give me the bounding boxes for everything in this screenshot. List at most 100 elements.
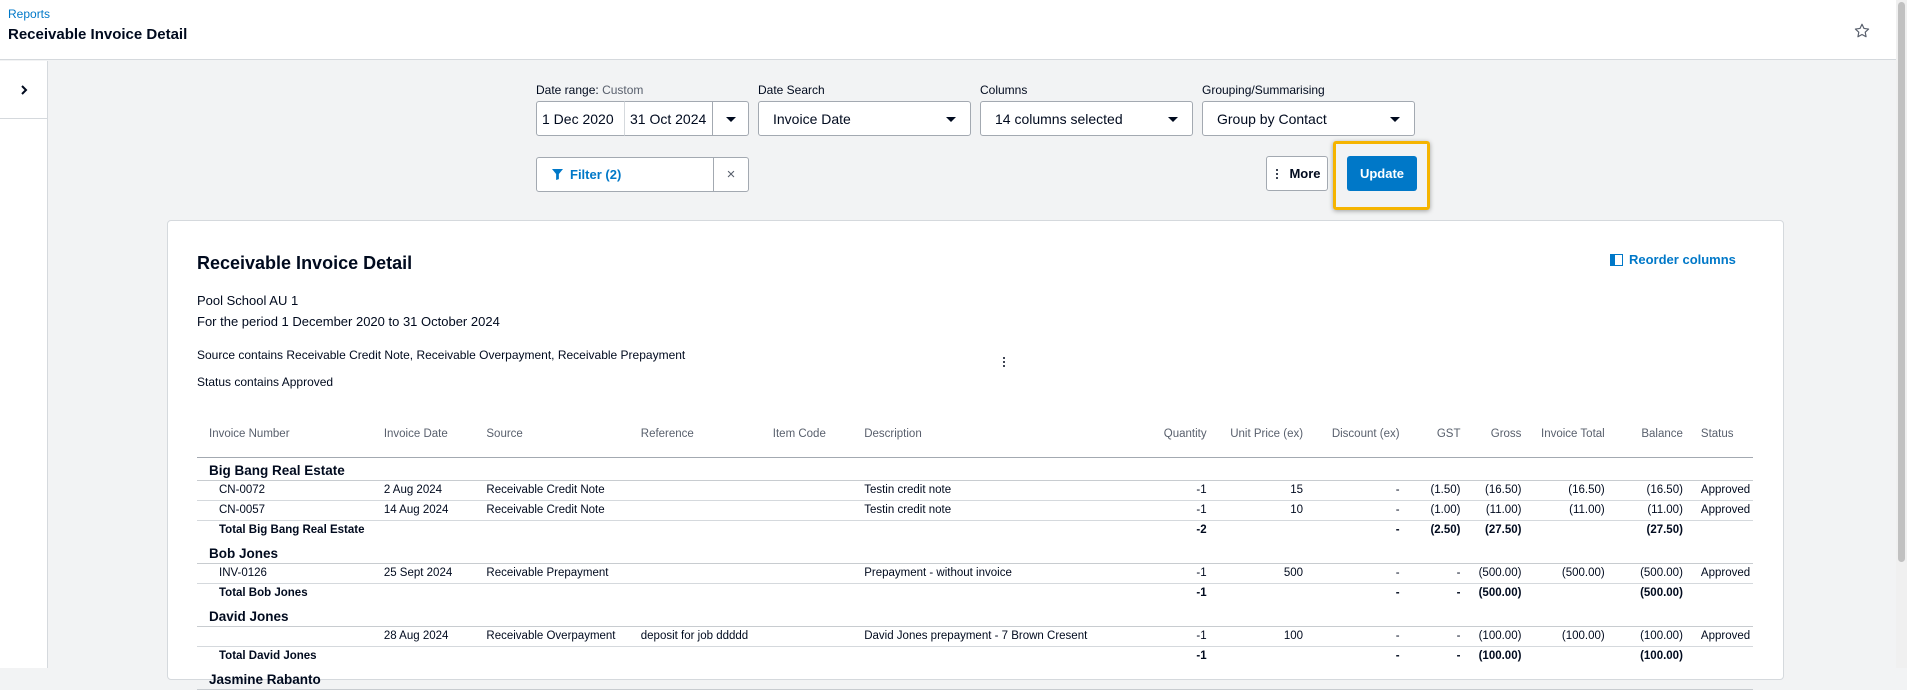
cell-invoice-date: 14 Aug 2024 — [379, 500, 483, 521]
cell-gst: - — [1403, 563, 1465, 584]
total-cell-source — [482, 646, 636, 666]
cell-item-code — [768, 563, 861, 584]
total-cell-source — [482, 520, 636, 540]
table-row[interactable]: INV-0126 25 Sept 2024 Receivable Prepaymen… — [197, 563, 1753, 584]
total-cell-invoice-number: Total David Jones — [219, 650, 317, 663]
total-cell-status — [1687, 520, 1753, 540]
cell-invoice-number[interactable]: INV-0126 — [197, 563, 380, 584]
clear-filter-button[interactable]: × — [713, 157, 749, 192]
column-header-source[interactable]: Source — [482, 412, 637, 458]
cell-invoice-date: 28 Aug 2024 — [379, 626, 483, 647]
total-cell-gross: (100.00) — [1478, 650, 1522, 663]
column-header-quantity[interactable]: Quantity — [1129, 412, 1211, 458]
cell-balance: (11.00) — [1608, 500, 1687, 521]
group-header-row: Big Bang Real Estate — [197, 457, 1753, 481]
cell-balance: (16.50) — [1608, 480, 1687, 501]
table-row[interactable]: CN-0072 2 Aug 2024 Receivable Credit Note T… — [197, 480, 1753, 501]
cell-quantity: -1 — [1129, 480, 1211, 501]
cell-invoice-number[interactable] — [197, 626, 380, 647]
cell-source: Receivable Credit Note — [482, 480, 637, 501]
total-cell-invoice-number: Total Bob Jones — [219, 587, 308, 600]
cell-unit-price: 10 — [1210, 500, 1308, 521]
total-cell-item-code — [769, 646, 860, 666]
cell-quantity: -1 — [1129, 563, 1211, 584]
more-vertical-icon — [1273, 167, 1281, 181]
cell-gross: (100.00) — [1464, 626, 1526, 647]
cell-gross: (11.00) — [1464, 500, 1526, 521]
cell-description: Testin credit note — [860, 500, 1130, 521]
cell-gst: - — [1403, 626, 1465, 647]
total-cell-invoice-date — [380, 520, 483, 540]
cell-quantity: -1 — [1129, 500, 1211, 521]
report-period: For the period 1 December 2020 to 31 Oct… — [197, 314, 500, 329]
total-cell-status — [1687, 583, 1753, 603]
column-header-description[interactable]: Description — [860, 412, 1130, 458]
date-search-value: Invoice Date — [773, 110, 851, 127]
breadcrumb-reports[interactable]: Reports — [8, 7, 50, 21]
date-search-label: Date Search — [758, 83, 825, 97]
group-name: Big Bang Real Estate — [197, 457, 1753, 481]
cell-description: David Jones prepayment - 7 Brown Cresent — [860, 626, 1130, 647]
cell-balance: (100.00) — [1608, 626, 1687, 647]
side-panel — [0, 61, 48, 668]
column-header-balance[interactable]: Balance — [1608, 412, 1687, 458]
group-name: David Jones — [197, 603, 1753, 627]
cell-discount: - — [1307, 626, 1404, 647]
column-header-item-code[interactable]: Item Code — [768, 412, 861, 458]
total-cell-reference — [637, 520, 769, 540]
date-search-select[interactable]: Invoice Date — [758, 101, 971, 136]
date-range-mode: Custom — [602, 83, 644, 97]
grouping-select[interactable]: Group by Contact — [1202, 101, 1415, 136]
column-header-invoice-total[interactable]: Invoice Total — [1525, 412, 1609, 458]
column-header-gross[interactable]: Gross — [1464, 412, 1526, 458]
total-cell-reference — [637, 646, 769, 666]
column-header-gst[interactable]: GST — [1403, 412, 1465, 458]
status-filter-summary: Status contains Approved — [197, 375, 334, 389]
column-header-invoice-number[interactable]: Invoice Number — [197, 412, 380, 458]
reorder-columns-button[interactable]: Reorder columns — [1610, 252, 1736, 267]
cell-invoice-number[interactable]: CN-0057 — [197, 500, 380, 521]
table-row[interactable]: 28 Aug 2024 Receivable Overpayment deposit… — [197, 626, 1753, 647]
report-options-icon[interactable] — [1000, 355, 1008, 369]
cell-source: Receivable Prepayment — [482, 563, 637, 584]
column-header-unit-price[interactable]: Unit Price (ex) — [1210, 412, 1308, 458]
group-name: Jasmine Rabanto — [197, 666, 1753, 690]
total-cell-quantity: -1 — [1196, 587, 1207, 600]
report-title: Receivable Invoice Detail — [197, 253, 413, 273]
total-cell-description — [860, 646, 1129, 666]
close-icon: × — [726, 166, 736, 183]
total-cell-gst: (2.50) — [1430, 524, 1461, 537]
column-header-discount[interactable]: Discount (ex) — [1307, 412, 1404, 458]
cell-discount: - — [1307, 500, 1404, 521]
table-row[interactable]: CN-0057 14 Aug 2024 Receivable Credit Note… — [197, 500, 1753, 521]
total-cell-gross: (500.00) — [1478, 587, 1522, 600]
update-button[interactable]: Update — [1347, 156, 1417, 191]
group-header-row: Jasmine Rabanto — [197, 666, 1753, 690]
sidebar-toggle-button[interactable] — [0, 61, 47, 119]
cell-invoice-total: (500.00) — [1525, 563, 1609, 584]
column-header-status[interactable]: Status — [1686, 412, 1753, 458]
more-button[interactable]: More — [1266, 156, 1328, 191]
vertical-scrollbar[interactable] — [1896, 0, 1907, 668]
columns-select[interactable]: 14 columns selected — [980, 101, 1193, 136]
star-icon[interactable] — [1853, 22, 1871, 40]
cell-source: Receivable Credit Note — [482, 500, 637, 521]
cell-invoice-number[interactable]: CN-0072 — [197, 480, 380, 501]
report-card: Receivable Invoice Detail Reorder column… — [167, 220, 1784, 690]
cell-status: Approved — [1686, 563, 1753, 584]
column-header-reference[interactable]: Reference — [636, 412, 769, 458]
group-name: Bob Jones — [197, 540, 1753, 564]
columns-icon — [1610, 253, 1623, 266]
total-cell-source — [482, 583, 636, 603]
date-from-input[interactable]: 1 Dec 2020 — [536, 101, 625, 136]
column-header-invoice-date[interactable]: Invoice Date — [379, 412, 483, 458]
total-cell-invoice-number: Total Big Bang Real Estate — [219, 524, 365, 537]
group-header-row: David Jones — [197, 603, 1753, 627]
total-cell-discount: - — [1395, 650, 1400, 663]
filter-button[interactable]: Filter (2) — [536, 157, 714, 192]
cell-item-code — [768, 480, 861, 501]
total-cell-balance: (100.00) — [1640, 650, 1683, 663]
scrollbar-thumb[interactable] — [1898, 2, 1905, 562]
date-range-dropdown-button[interactable] — [712, 101, 749, 136]
date-to-input[interactable]: 31 Oct 2024 — [624, 101, 713, 136]
